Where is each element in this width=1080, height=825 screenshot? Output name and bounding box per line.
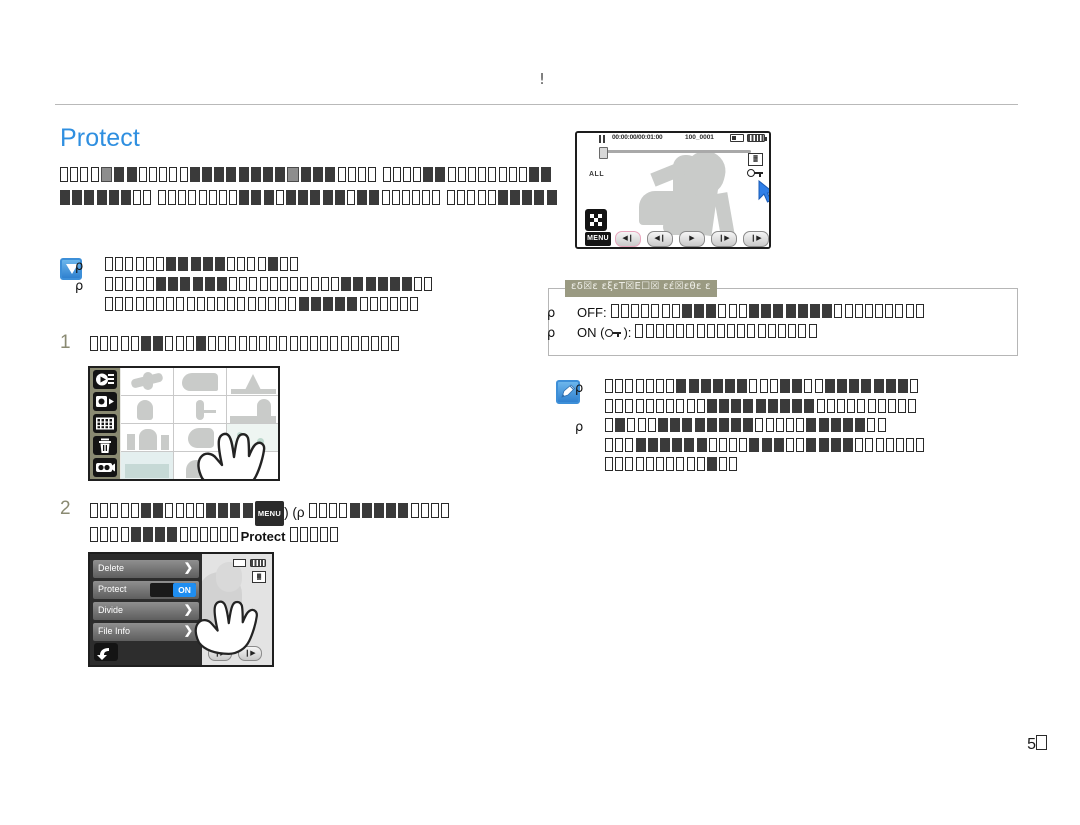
menu-item-divide[interactable]: Divide ❯ (93, 602, 199, 620)
forward-skip-glyph: ❙▶ (750, 235, 762, 242)
playback-control-bar: ◀❙ ◀❙ ▶ ❙▶ ❙▶ (615, 231, 769, 247)
file-option-menu-figure: ▓ Delete ❯ Protect ON Divide ❯ File Info… (88, 552, 274, 667)
thumbnail-cell[interactable] (121, 368, 174, 396)
protect-keyword: Protect (240, 529, 286, 544)
video-playback-icon[interactable] (93, 370, 117, 389)
photo-playback-icon[interactable] (93, 392, 117, 411)
previous-frame-button[interactable]: ◀❙ (647, 231, 673, 247)
option-callout-body: ρ OFF: ρ ON (): (547, 303, 1011, 343)
step-1-number: 1 (60, 332, 71, 353)
file-number-label: 100_0001 (685, 134, 714, 141)
previous-frame-glyph: ◀❙ (654, 235, 666, 242)
option-callout-tag: εδ☒ε εξεΤ☒Ε☐☒ εέ☒εθε ε (565, 280, 717, 297)
menu-item-protect[interactable]: Protect ON (93, 581, 199, 599)
option-callout: εδ☒ε εξεΤ☒Ε☐☒ εέ☒εθε ε ρ OFF: ρ ON (): (547, 280, 1018, 356)
protect-key-icon (605, 329, 622, 338)
info-note-text: ρρ (575, 378, 1071, 475)
playback-progress-handle[interactable] (599, 147, 608, 159)
step-2-text: MENU) (ρ Protect (90, 501, 451, 548)
play-glyph: ▶ (689, 235, 695, 242)
thumbnail-cell[interactable] (227, 396, 278, 424)
camera-record-icon[interactable] (93, 458, 117, 477)
menu-item-delete-label: Delete (98, 563, 125, 573)
manual-page: ! Protect ρρ 1 2 MENU) (ρ Protect 00:00:… (0, 0, 1080, 825)
quality-icon: ▓ (748, 153, 763, 166)
next-frame-button[interactable]: ❙▶ (711, 231, 737, 247)
step-2-number: 2 (60, 498, 71, 519)
menu-badge-icon: MENU (254, 501, 285, 526)
menu-button[interactable]: MENU (585, 232, 611, 246)
page-number: 5 (1027, 735, 1047, 754)
pointer-cursor-icon (757, 179, 769, 209)
thumbnail-cell[interactable] (121, 452, 174, 479)
timecode-label: 00:00:00/00:01:00 (612, 134, 663, 141)
trash-icon[interactable] (93, 436, 117, 455)
step-1-text (90, 335, 402, 357)
reverse-skip-glyph: ◀❙ (622, 235, 634, 242)
menu-item-file-info-label: File Info (98, 626, 131, 636)
menu-item-divide-label: Divide (98, 605, 124, 615)
page-number-digits: 5 (1027, 736, 1036, 753)
playback-progress-bar[interactable] (601, 150, 751, 153)
protect-key-icon (747, 169, 763, 178)
hand-tap-icon (186, 594, 266, 661)
menu-item-delete[interactable]: Delete ❯ (93, 560, 199, 578)
chevron-right-icon: ❯ (183, 562, 193, 574)
memory-card-icon (730, 134, 744, 142)
quality-icon: ▓ (252, 571, 266, 583)
reverse-skip-button[interactable]: ◀❙ (615, 231, 641, 247)
hand-tap-icon (188, 426, 274, 479)
memory-card-icon (233, 559, 246, 567)
battery-icon (250, 559, 266, 567)
calendar-grid-icon[interactable] (93, 414, 117, 433)
page-number-tofu-glyph (1036, 735, 1047, 750)
all-label: ALL (589, 171, 605, 178)
battery-icon (747, 134, 767, 142)
thumbnail-cell[interactable] (174, 396, 227, 424)
menu-item-file-info[interactable]: File Info ❯ (93, 623, 199, 641)
caution-note-text: ρρ (75, 256, 561, 315)
menu-item-protect-label: Protect (98, 584, 127, 594)
next-frame-glyph: ❙▶ (718, 235, 730, 242)
thumbnail-grid-figure (88, 366, 280, 481)
playback-screen-figure: 00:00:00/00:01:00 100_0001 ALL ▓ MENU ◀❙… (575, 131, 771, 249)
thumbnail-cell[interactable] (174, 368, 227, 396)
thumbnail-grid-icon[interactable] (585, 209, 607, 231)
pause-icon (599, 135, 606, 143)
thumbnail-cell[interactable] (121, 424, 174, 452)
grid-sidebar (90, 368, 120, 479)
forward-skip-button[interactable]: ❙▶ (743, 231, 769, 247)
back-arrow-icon[interactable] (94, 643, 118, 661)
intro-paragraph (60, 166, 560, 211)
play-button[interactable]: ▶ (679, 231, 705, 247)
header-mark: ! (538, 70, 545, 88)
page-title: Protect (60, 124, 140, 152)
header-divider (55, 104, 1018, 105)
thumbnail-cell[interactable] (121, 396, 174, 424)
thumbnail-cell[interactable] (227, 368, 278, 396)
